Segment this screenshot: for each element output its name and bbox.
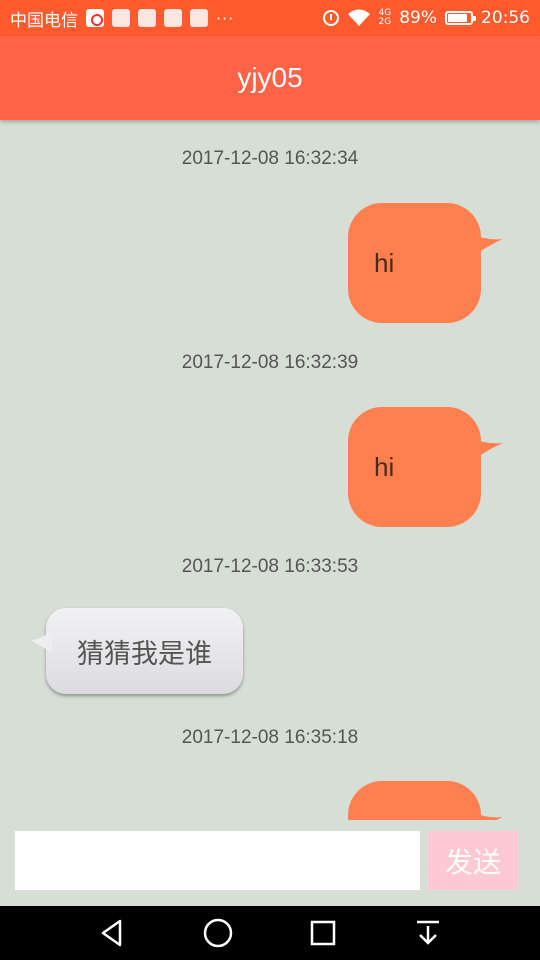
bubble-tail-icon: [469, 811, 503, 820]
message-timestamp: 2017-12-08 16:33:53: [181, 556, 359, 577]
message-text: hi: [374, 247, 395, 278]
status-right: 4G 2G 89% 20:56: [322, 8, 530, 28]
gallery-notification-icon: [138, 9, 156, 27]
shield-notification-icon: [190, 9, 208, 27]
network-type-label: 4G 2G: [379, 9, 392, 27]
status-bar: 中国电信 ··· 4G 2G 89% 20:56: [0, 0, 540, 36]
notification-pull-icon: [416, 920, 439, 945]
outgoing-message-bubble[interactable]: hi: [348, 407, 503, 527]
outgoing-message-bubble[interactable]: [348, 781, 503, 820]
recents-icon: [310, 920, 335, 946]
battery-percent: 89%: [399, 8, 437, 28]
home-button[interactable]: [198, 913, 238, 953]
network-type-bottom: 2G: [378, 17, 392, 27]
bubble-tail-icon: [30, 632, 52, 652]
battery-icon: [445, 11, 476, 25]
more-notifications-indicator: ···: [216, 8, 235, 28]
photo-notification-icon: [164, 9, 182, 27]
message-input[interactable]: [15, 831, 420, 890]
clock: 20:56: [481, 8, 530, 28]
status-left: 中国电信 ···: [10, 6, 234, 31]
recents-button[interactable]: [303, 913, 343, 953]
alarm-icon: [322, 10, 339, 26]
outgoing-message-bubble[interactable]: hi: [348, 203, 503, 323]
chat-screen: 中国电信 ··· 4G 2G 89% 20:56 yjy05 2017-12-0…: [0, 0, 540, 960]
message-text: 猜猜我是谁: [77, 638, 212, 670]
system-nav-bar: [0, 906, 540, 960]
home-icon: [203, 918, 232, 948]
message-timestamp: 2017-12-08 16:35:18: [181, 727, 359, 748]
bubble-tail-icon: [469, 233, 503, 255]
weibo-notification-icon: [86, 9, 104, 27]
bubble-tail-icon: [469, 437, 503, 459]
message-input-bar: 发送: [0, 820, 540, 906]
chat-message-list[interactable]: 2017-12-08 16:32:34 hi 2017-12-08 16:32:…: [0, 120, 540, 820]
message-timestamp: 2017-12-08 16:32:34: [181, 148, 359, 169]
app-bar: yjy05: [0, 36, 540, 120]
wifi-icon: [347, 9, 371, 27]
message-text: hi: [374, 451, 395, 482]
back-icon: [101, 919, 121, 947]
back-button[interactable]: [93, 913, 133, 953]
notification-pull-button[interactable]: [408, 913, 448, 953]
health-app-notification-icon: [112, 9, 130, 27]
chat-title: yjy05: [237, 62, 303, 93]
send-button[interactable]: 发送: [428, 831, 518, 890]
battery-fill: [448, 14, 468, 22]
message-timestamp: 2017-12-08 16:32:39: [181, 352, 359, 373]
carrier-label: 中国电信: [10, 10, 78, 31]
incoming-message-bubble[interactable]: 猜猜我是谁: [30, 608, 243, 694]
